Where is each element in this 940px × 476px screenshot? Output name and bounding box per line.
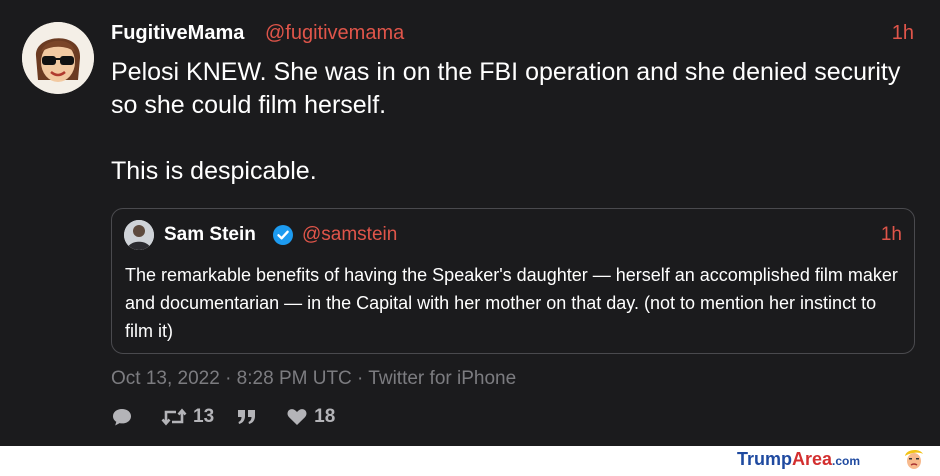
person-photo-icon <box>124 220 154 250</box>
brand-com: .com <box>832 454 861 468</box>
avatar[interactable] <box>22 22 94 94</box>
quoted-display-name[interactable]: Sam Stein <box>164 224 256 246</box>
quoted-avatar[interactable] <box>124 220 154 250</box>
bitmoji-avatar-icon <box>22 22 94 94</box>
like-count: 18 <box>314 406 336 427</box>
tweet-time[interactable]: 1h <box>892 22 914 45</box>
reply-icon <box>113 409 131 426</box>
user-handle[interactable]: @fugitivemama <box>265 22 404 45</box>
reply-button[interactable] <box>111 407 139 427</box>
retweet-button[interactable]: 13 <box>161 406 214 428</box>
verified-badge-icon <box>272 224 294 246</box>
brand-area: Area <box>792 449 833 469</box>
quoted-text: The remarkable benefits of having the Sp… <box>125 265 898 341</box>
trump-caricature-icon <box>902 447 926 471</box>
heart-icon <box>287 409 307 425</box>
brand-trump: Trump <box>737 449 793 469</box>
quoted-tweet[interactable]: Sam Stein @samstein 1h The remarkable be… <box>111 208 915 354</box>
tweet-text: Pelosi KNEW. She was in on the FBI opera… <box>111 58 901 185</box>
retweet-count: 13 <box>193 406 215 427</box>
tweet-meta: Oct 13, 2022 · 8:28 PM UTC · Twitter for… <box>111 368 517 389</box>
display-name[interactable]: FugitiveMama <box>111 22 244 45</box>
quoted-time[interactable]: 1h <box>881 224 902 246</box>
quote-button[interactable] <box>236 407 264 427</box>
retweet-icon <box>161 408 187 426</box>
quoted-handle[interactable]: @samstein <box>302 224 397 246</box>
quote-icon <box>238 410 256 424</box>
tweet-card: FugitiveMama @fugitivemama 1h Pelosi KNE… <box>0 0 940 446</box>
like-button[interactable]: 18 <box>286 406 335 428</box>
watermark-brand[interactable]: TrumpArea.com <box>737 449 860 470</box>
action-bar: 13 18 <box>111 404 357 430</box>
